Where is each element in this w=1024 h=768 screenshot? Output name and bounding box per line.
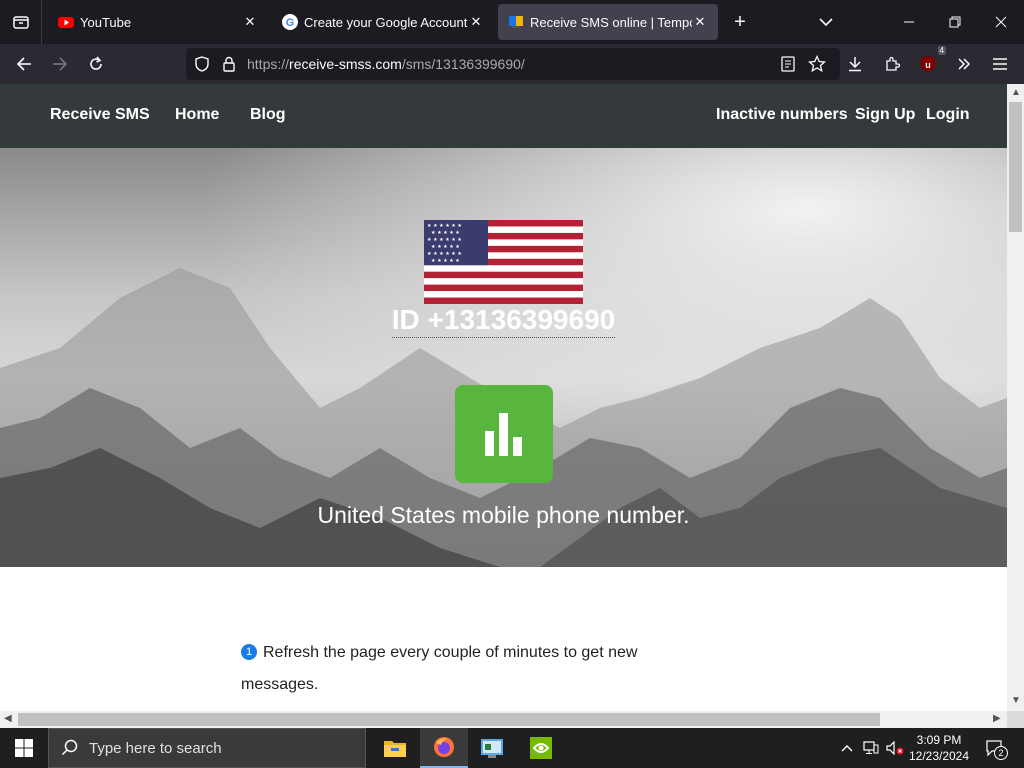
show-hidden-icons-chevron-icon[interactable] [836,728,858,768]
brand-link[interactable]: Receive SMS [50,106,150,124]
volume-muted-icon[interactable] [884,728,906,768]
scroll-up-arrow-icon[interactable]: ▲ [1011,87,1021,98]
google-icon: G [282,14,298,30]
network-icon[interactable] [860,728,882,768]
ublock-origin-icon[interactable]: u 4 [914,46,946,78]
restore-button[interactable] [932,0,978,44]
statistics-button[interactable] [455,385,553,483]
scroll-right-arrow-icon[interactable]: ▶ [993,713,1001,724]
us-flag-icon: ★ ★ ★ ★ ★ ★ ★ ★ ★ ★ ★ ★ ★ ★ ★ ★ ★ ★ ★ ★ … [424,220,583,304]
svg-text:★ ★ ★ ★ ★ ★: ★ ★ ★ ★ ★ ★ [427,223,462,229]
bookmark-star-icon[interactable] [807,54,827,78]
extensions-puzzle-icon[interactable] [878,50,906,78]
hamburger-menu-icon[interactable] [986,50,1014,78]
shield-icon[interactable] [194,56,210,77]
search-icon [61,739,78,756]
url-path: /sms/13136399690/ [401,56,525,72]
nav-login-link[interactable]: Login [926,106,970,124]
scrollbar-corner [1007,711,1024,728]
clock-time: 3:09 PM [916,733,962,747]
file-explorer-icon[interactable] [371,728,419,768]
svg-text:★ ★ ★ ★ ★: ★ ★ ★ ★ ★ [431,244,460,250]
instructions: 1 Refresh the page every couple of minute… [241,637,651,701]
tab-google-account[interactable]: G Create your Google Account ✕ [272,4,494,40]
svg-text:G: G [286,17,295,29]
forward-button[interactable] [46,50,74,78]
youtube-icon [58,14,74,30]
scroll-down-arrow-icon[interactable]: ▼ [1011,695,1021,706]
navigation-toolbar: https://receive-smss.com/sms/13136399690… [0,44,1024,84]
hero-section: ★ ★ ★ ★ ★ ★ ★ ★ ★ ★ ★ ★ ★ ★ ★ ★ ★ ★ ★ ★ … [0,148,1007,567]
new-tab-button[interactable]: + [728,10,752,34]
url-host: receive-smss.com [289,56,402,72]
url-bar[interactable]: https://receive-smss.com/sms/13136399690… [186,48,840,80]
tab-title: YouTube [80,14,132,30]
phone-number-id-text: ID +13136399690 [391,304,616,338]
control-panel-icon[interactable] [468,728,516,768]
horizontal-scrollbar[interactable]: ◀ ▶ [0,711,1007,728]
close-icon[interactable]: ✕ [692,14,708,30]
tab-title: Create your Google Account [304,14,468,30]
extension-badge: 4 [937,46,946,55]
vertical-scrollbar[interactable]: ▲ ▼ [1007,84,1024,711]
phone-number-id: ID +13136399690 [0,304,1007,338]
downloads-button[interactable] [841,50,869,78]
start-button[interactable] [0,728,48,768]
search-placeholder: Type here to search [89,739,222,757]
nvidia-icon[interactable] [517,728,565,768]
tab-receive-sms[interactable]: Receive SMS online | Temporary ✕ [498,4,718,40]
tab-youtube[interactable]: YouTube ✕ [48,4,268,40]
step-number-icon: 1 [241,644,257,660]
svg-text:★ ★ ★ ★ ★ ★: ★ ★ ★ ★ ★ ★ [427,251,462,257]
firefox-taskbar-icon[interactable] [420,728,468,768]
close-window-button[interactable] [978,0,1024,44]
nav-inactive-numbers-link[interactable]: Inactive numbers [716,106,848,124]
notification-count: 2 [994,746,1008,760]
close-icon[interactable]: ✕ [468,14,484,30]
windows-taskbar: Type here to search 3:09 PM 12/23/2024 2 [0,728,1024,768]
vertical-scroll-thumb[interactable] [1009,102,1022,232]
nav-home-link[interactable]: Home [175,106,219,124]
windows-logo-icon [15,739,33,757]
hero-subtitle: United States mobile phone number. [317,502,690,528]
clock-date: 12/23/2024 [908,749,970,763]
instruction-step-1-text: Refresh the page every couple of minutes… [241,644,638,693]
svg-text:★ ★ ★ ★ ★ ★: ★ ★ ★ ★ ★ ★ [427,237,462,243]
taskbar-search[interactable]: Type here to search [48,728,366,768]
notification-center-icon[interactable]: 2 [980,728,1010,768]
nav-sign-up-link[interactable]: Sign Up [855,106,915,124]
tab-strip: YouTube ✕ G Create your Google Account ✕… [0,0,1024,44]
close-icon[interactable]: ✕ [242,14,258,30]
svg-text:★ ★ ★ ★ ★: ★ ★ ★ ★ ★ [431,258,460,264]
svg-text:★ ★ ★ ★ ★: ★ ★ ★ ★ ★ [431,230,460,236]
reader-view-icon[interactable] [781,56,795,77]
page-viewport: Receive SMS Home Blog Inactive numbers S… [0,84,1007,711]
list-all-tabs-button[interactable] [814,10,838,34]
site-navbar: Receive SMS Home Blog Inactive numbers S… [0,84,1007,148]
horizontal-scroll-thumb[interactable] [18,713,880,726]
bar-chart-icon [485,413,522,456]
url-prefix: https:// [247,56,290,72]
minimize-button[interactable] [886,0,932,44]
tab-title: Receive SMS online | Temporary [530,14,692,30]
reload-button[interactable] [82,50,110,78]
nav-blog-link[interactable]: Blog [250,106,286,124]
back-button[interactable] [10,50,38,78]
tab-overview-icon[interactable] [0,0,42,44]
url-text[interactable]: https://receive-smss.com/sms/13136399690… [247,56,525,72]
receive-smss-icon [508,14,524,30]
lock-icon[interactable] [222,56,236,77]
more-tools-chevron-icon[interactable] [950,50,978,78]
system-clock[interactable]: 3:09 PM 12/23/2024 [904,732,974,764]
scroll-left-arrow-icon[interactable]: ◀ [4,713,12,724]
instruction-step-1: 1 Refresh the page every couple of minute… [241,637,651,701]
svg-text:u: u [925,60,931,70]
